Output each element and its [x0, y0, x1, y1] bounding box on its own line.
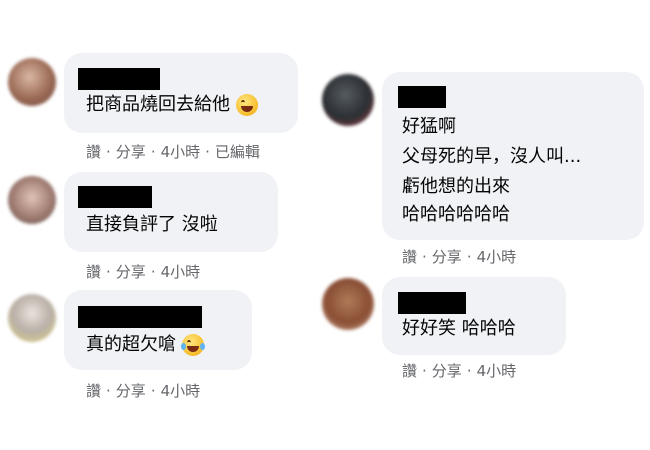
redacted-commenter-name [78, 68, 160, 90]
like-button[interactable]: 讚 [402, 362, 417, 380]
comment-text-line: 哈哈哈哈哈哈 [402, 204, 510, 225]
comment-text: 好好笑 哈哈哈 [402, 318, 516, 339]
comment-text: 直接負評了 沒啦 [86, 214, 218, 235]
redacted-commenter-name [398, 292, 466, 314]
avatar[interactable] [322, 278, 374, 330]
avatar[interactable] [322, 74, 374, 126]
redacted-commenter-name [78, 306, 202, 328]
comment-text-line: 真的超欠嗆 [86, 334, 176, 355]
comment-actions: 讚 · 分享 · 4小時 [402, 248, 517, 266]
redacted-commenter-name [78, 186, 152, 208]
timestamp[interactable]: 4小時 [161, 263, 201, 281]
comment-bubble [64, 290, 252, 370]
timestamp[interactable]: 4小時 [161, 143, 201, 161]
like-button[interactable]: 讚 [86, 263, 101, 281]
comment-actions: 讚 · 分享 · 4小時 [402, 362, 517, 380]
comment-text: 把商品燒回去給他 [86, 92, 258, 118]
comment-text-line: 虧他想的出來 [402, 176, 510, 197]
timestamp[interactable]: 4小時 [477, 362, 517, 380]
share-button[interactable]: 分享 [116, 382, 146, 400]
comment-text-line: 好猛啊 [402, 116, 456, 137]
avatar[interactable] [8, 176, 56, 224]
share-button[interactable]: 分享 [432, 248, 462, 266]
comment-text: 真的超欠嗆 [86, 332, 205, 358]
edited-label: 已編輯 [214, 143, 260, 161]
share-button[interactable]: 分享 [432, 362, 462, 380]
face-with-tears-of-joy-emoji [181, 334, 205, 356]
comment-text-line: 把商品燒回去給他 [86, 94, 230, 115]
share-button[interactable]: 分享 [116, 143, 146, 161]
comment-text-line: 父母死的早，沒人叫... [402, 146, 582, 167]
comment-actions: 讚 · 分享 · 4小時 · 已編輯 [86, 143, 260, 161]
grinning-squinting-tongue-emoji [236, 94, 258, 116]
comment-actions: 讚 · 分享 · 4小時 [86, 382, 201, 400]
comment-actions: 讚 · 分享 · 4小時 [86, 263, 201, 281]
timestamp[interactable]: 4小時 [161, 382, 201, 400]
like-button[interactable]: 讚 [402, 248, 417, 266]
avatar[interactable] [8, 58, 56, 106]
share-button[interactable]: 分享 [116, 263, 146, 281]
like-button[interactable]: 讚 [86, 143, 101, 161]
like-button[interactable]: 讚 [86, 382, 101, 400]
timestamp[interactable]: 4小時 [477, 248, 517, 266]
avatar[interactable] [8, 294, 56, 342]
redacted-commenter-name [398, 86, 446, 108]
